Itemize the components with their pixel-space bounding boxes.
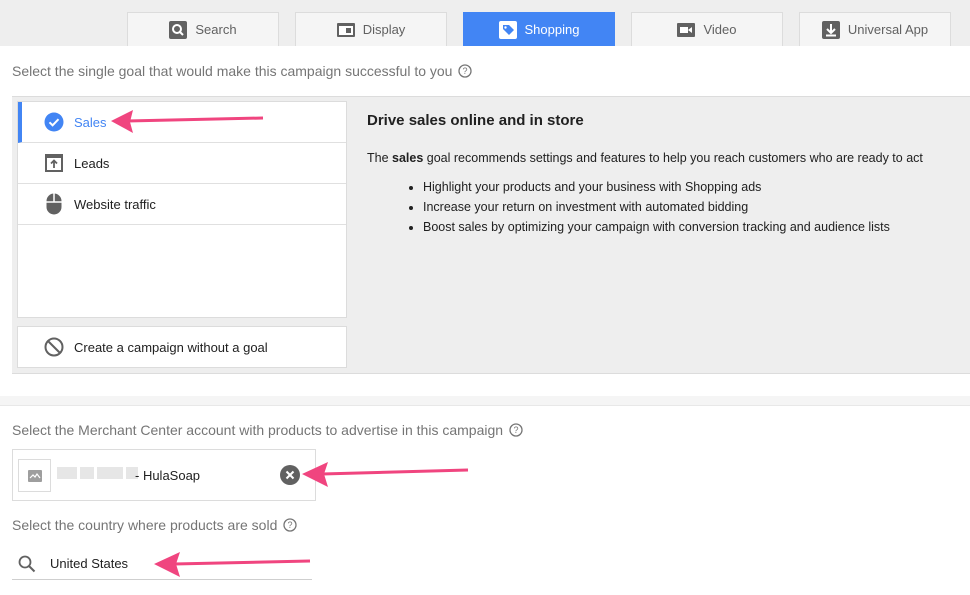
check-circle-icon	[44, 112, 64, 132]
tab-universal-app-label: Universal App	[847, 22, 929, 37]
merchant-logo-icon	[18, 459, 51, 492]
goal-detail-bullet: Boost sales by optimizing your campaign …	[423, 217, 962, 237]
section-divider	[0, 396, 970, 406]
goal-detail-description: The sales goal recommends settings and f…	[367, 151, 962, 165]
close-icon	[285, 470, 295, 480]
goal-detail-bullet: Highlight your products and your busines…	[423, 177, 962, 197]
goal-option-website-traffic-label: Website traffic	[74, 196, 156, 212]
merchant-prompt: Select the Merchant Center account with …	[12, 422, 523, 438]
app-download-icon	[821, 20, 840, 39]
mouse-icon	[44, 193, 64, 215]
annotation-arrow	[302, 462, 469, 487]
help-icon[interactable]: ?	[509, 423, 523, 437]
tab-video[interactable]: Video	[631, 12, 783, 46]
tab-display-label: Display	[362, 22, 406, 37]
country-prompt: Select the country where products are so…	[12, 517, 298, 533]
goal-option-website-traffic[interactable]: Website traffic	[18, 184, 346, 225]
video-icon	[677, 22, 696, 37]
tab-search[interactable]: Search	[127, 12, 279, 46]
merchant-account-chip[interactable]: - HulaSoap	[12, 449, 316, 501]
no-goal-option[interactable]: Create a campaign without a goal	[17, 326, 347, 368]
goal-detail: Drive sales online and in store The sale…	[367, 112, 962, 237]
help-icon[interactable]: ?	[458, 64, 473, 78]
goal-detail-bullet: Increase your return on investment with …	[423, 197, 962, 217]
remove-account-button[interactable]	[280, 465, 300, 485]
annotation-arrow	[111, 110, 264, 133]
tab-video-label: Video	[703, 22, 737, 37]
goal-option-sales-label: Sales	[74, 114, 107, 130]
goal-detail-bullets: Highlight your products and your busines…	[367, 177, 962, 237]
tab-search-label: Search	[195, 22, 237, 37]
display-icon	[336, 22, 355, 37]
svg-text:?: ?	[514, 425, 519, 435]
svg-text:?: ?	[288, 520, 293, 530]
prohibited-icon	[44, 337, 64, 357]
no-goal-label: Create a campaign without a goal	[74, 339, 268, 355]
goal-option-leads-label: Leads	[74, 155, 110, 171]
goal-detail-desc-bold: sales	[392, 151, 424, 165]
tab-universal-app[interactable]: Universal App	[799, 12, 951, 46]
goal-prompt: Select the single goal that would make t…	[12, 63, 473, 79]
tag-icon	[498, 20, 517, 39]
search-icon	[169, 20, 188, 39]
tab-display[interactable]: Display	[295, 12, 447, 46]
leads-icon	[44, 153, 64, 173]
merchant-prompt-text: Select the Merchant Center account with …	[12, 422, 504, 438]
tab-shopping[interactable]: Shopping	[463, 12, 615, 46]
search-icon	[18, 555, 36, 572]
country-prompt-text: Select the country where products are so…	[12, 517, 278, 533]
redacted-account-id	[57, 467, 138, 479]
svg-text:?: ?	[463, 66, 468, 76]
goal-detail-title: Drive sales online and in store	[367, 112, 584, 129]
merchant-account-name: - HulaSoap	[135, 468, 201, 483]
help-icon[interactable]: ?	[283, 518, 298, 532]
tab-shopping-label: Shopping	[524, 22, 580, 37]
goal-option-leads[interactable]: Leads	[18, 143, 346, 184]
goal-detail-desc-prefix: The	[367, 151, 393, 165]
annotation-arrow	[154, 552, 311, 577]
goal-detail-desc-suffix: goal recommends settings and features to…	[423, 151, 923, 165]
campaign-type-tabs: Search Display Shopping Video Universal …	[0, 0, 970, 46]
goal-prompt-text: Select the single goal that would make t…	[12, 63, 453, 79]
